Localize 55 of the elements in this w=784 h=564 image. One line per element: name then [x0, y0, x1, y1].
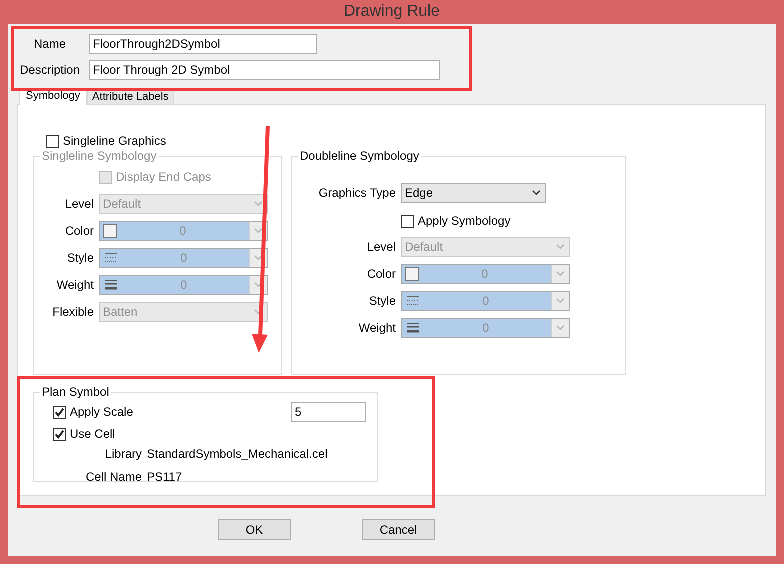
field-label: Graphics Type: [318, 185, 397, 202]
library-value: StandardSymbols_Mechanical.cel: [147, 446, 329, 463]
cell-name-value: PS117: [147, 469, 184, 486]
field-label: Style: [66, 250, 95, 267]
field-label: Color: [64, 223, 95, 240]
dropdown[interactable]: 0: [401, 318, 570, 338]
color-swatch-icon: [103, 224, 117, 238]
caret-icon: [556, 271, 565, 277]
dropdown[interactable]: Edge: [401, 183, 546, 203]
caret-icon: [254, 201, 262, 207]
checkbox-label: Display End Caps: [116, 169, 212, 186]
name-field[interactable]: FloorThrough2DSymbol: [89, 34, 317, 54]
field-label: Style: [368, 293, 397, 310]
field-label: Flexible: [52, 304, 95, 321]
field-label: Weight: [358, 320, 397, 337]
caret-icon: [556, 244, 564, 250]
dropdown[interactable]: 0: [401, 291, 570, 311]
caret-icon: [556, 325, 565, 331]
checkbox[interactable]: [401, 214, 414, 228]
group-title: Plan Symbol: [41, 385, 110, 399]
line-style-icon: [405, 294, 421, 308]
checkbox-label: Use Cell: [70, 426, 116, 443]
checkbox[interactable]: [53, 406, 66, 418]
name-label: Name: [32, 36, 67, 53]
checkbox[interactable]: [46, 134, 59, 148]
caret-icon: [254, 309, 262, 315]
scale-field[interactable]: 5: [291, 402, 366, 422]
field-label: Level: [64, 196, 95, 213]
checkbox[interactable]: [53, 428, 66, 440]
caret-icon: [254, 228, 263, 234]
description-label: Description: [18, 62, 82, 79]
line-weight-icon: [405, 321, 421, 335]
dropdown[interactable]: Default: [401, 237, 570, 257]
caret-icon: [254, 255, 263, 261]
checkbox-label: Apply Scale: [70, 404, 134, 421]
checkbox-label: Singleline Graphics: [63, 133, 166, 150]
field-label: Level: [366, 239, 397, 256]
library-label: Library: [104, 446, 143, 463]
description-field[interactable]: Floor Through 2D Symbol: [89, 60, 440, 80]
cell-name-label: Cell Name: [84, 469, 143, 486]
dropdown[interactable]: 0: [401, 264, 570, 284]
window-title: Drawing Rule: [342, 2, 442, 22]
color-swatch-icon: [405, 267, 419, 281]
dialog-button[interactable]: Cancel: [362, 519, 435, 540]
group-title: Singleline Symbology: [41, 149, 158, 163]
group-title: Doubleline Symbology: [299, 149, 420, 163]
checkbox-label: Apply Symbology: [418, 213, 511, 230]
field-label: Weight: [56, 277, 95, 294]
caret-icon: [254, 282, 263, 288]
line-weight-icon: [103, 278, 119, 292]
caret-icon: [556, 298, 565, 304]
field-label: Color: [366, 266, 397, 283]
dialog-button[interactable]: OK: [218, 519, 291, 540]
caret-icon: [532, 190, 540, 196]
line-style-icon: [103, 251, 119, 265]
